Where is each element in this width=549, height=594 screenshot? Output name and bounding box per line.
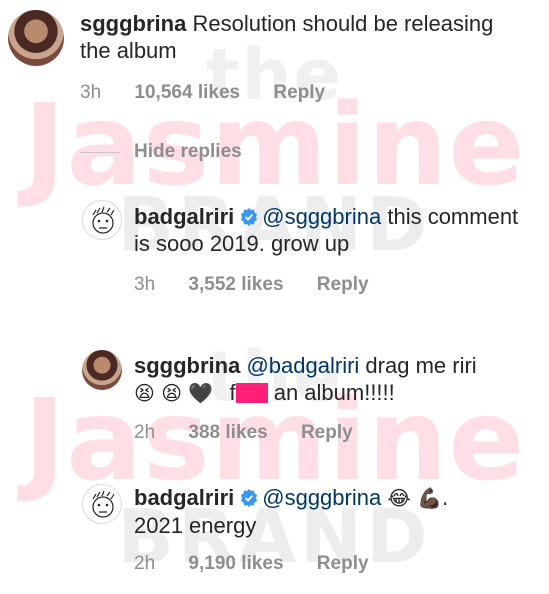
hide-replies-button[interactable]: Hide replies bbox=[134, 141, 242, 163]
reply-username[interactable]: sgggbrina bbox=[134, 353, 240, 378]
reply-button[interactable]: Reply bbox=[301, 422, 353, 443]
verified-badge-icon bbox=[241, 489, 258, 507]
reply-meta: 2h 9,190 likes Reply bbox=[134, 553, 397, 575]
avatar[interactable] bbox=[82, 484, 122, 524]
avatar[interactable] bbox=[82, 350, 122, 390]
comment-time: 3h bbox=[80, 82, 102, 103]
reply-body-after: an album!!!!! bbox=[273, 380, 395, 405]
reply-likes[interactable]: 388 likes bbox=[188, 422, 267, 443]
reply-button[interactable]: Reply bbox=[273, 82, 325, 103]
comment-likes[interactable]: 10,564 likes bbox=[134, 82, 240, 103]
censor-bar bbox=[235, 383, 268, 403]
avatar[interactable] bbox=[82, 200, 122, 240]
avatar[interactable] bbox=[8, 10, 64, 66]
reply-button[interactable]: Reply bbox=[317, 274, 369, 295]
reply-mention[interactable]: @sgggbrina bbox=[262, 485, 381, 510]
sketch-face-icon bbox=[92, 206, 115, 234]
reply-likes[interactable]: 3,552 likes bbox=[188, 274, 283, 295]
reply-meta: 3h 3,552 likes Reply bbox=[134, 274, 397, 296]
reply-mention[interactable]: @sgggbrina bbox=[262, 204, 381, 229]
reply-text: badgalriri @sgggbrina this comment is soo… bbox=[134, 203, 534, 257]
reply-button[interactable]: Reply bbox=[317, 553, 369, 574]
reply-body: 2021 energy bbox=[134, 513, 257, 538]
reply-text: badgalriri @sgggbrina 😂 💪🏿. 2021 energy bbox=[134, 484, 534, 539]
reply-mention[interactable]: @badgalriri bbox=[246, 353, 359, 378]
watermark-jasmine: Jasmine bbox=[23, 81, 526, 211]
reply-meta: 2h 388 likes Reply bbox=[134, 422, 381, 444]
reply-text: sgggbrina @badgalriri drag me riri 😫 😫 🖤… bbox=[134, 352, 544, 407]
reply-time: 3h bbox=[134, 274, 156, 295]
sketch-face-icon bbox=[92, 490, 115, 518]
reply-username[interactable]: badgalriri bbox=[134, 485, 234, 510]
comment-meta: 3h 10,564 likes Reply bbox=[80, 82, 353, 104]
comment-text: sgggbrina Resolution should be releasing… bbox=[80, 10, 520, 64]
verified-badge-icon bbox=[241, 208, 258, 226]
reply-emojis: 😫 😫 🖤 bbox=[134, 381, 214, 405]
hide-replies-line bbox=[80, 152, 120, 153]
reply-likes[interactable]: 9,190 likes bbox=[188, 553, 283, 574]
reply-time: 2h bbox=[134, 422, 156, 443]
reply-emojis: 😂 💪🏿. bbox=[387, 486, 449, 510]
comment-username[interactable]: sgggbrina bbox=[80, 11, 186, 36]
reply-body: drag me riri bbox=[365, 353, 477, 378]
reply-username[interactable]: badgalriri bbox=[134, 204, 234, 229]
reply-time: 2h bbox=[134, 553, 156, 574]
